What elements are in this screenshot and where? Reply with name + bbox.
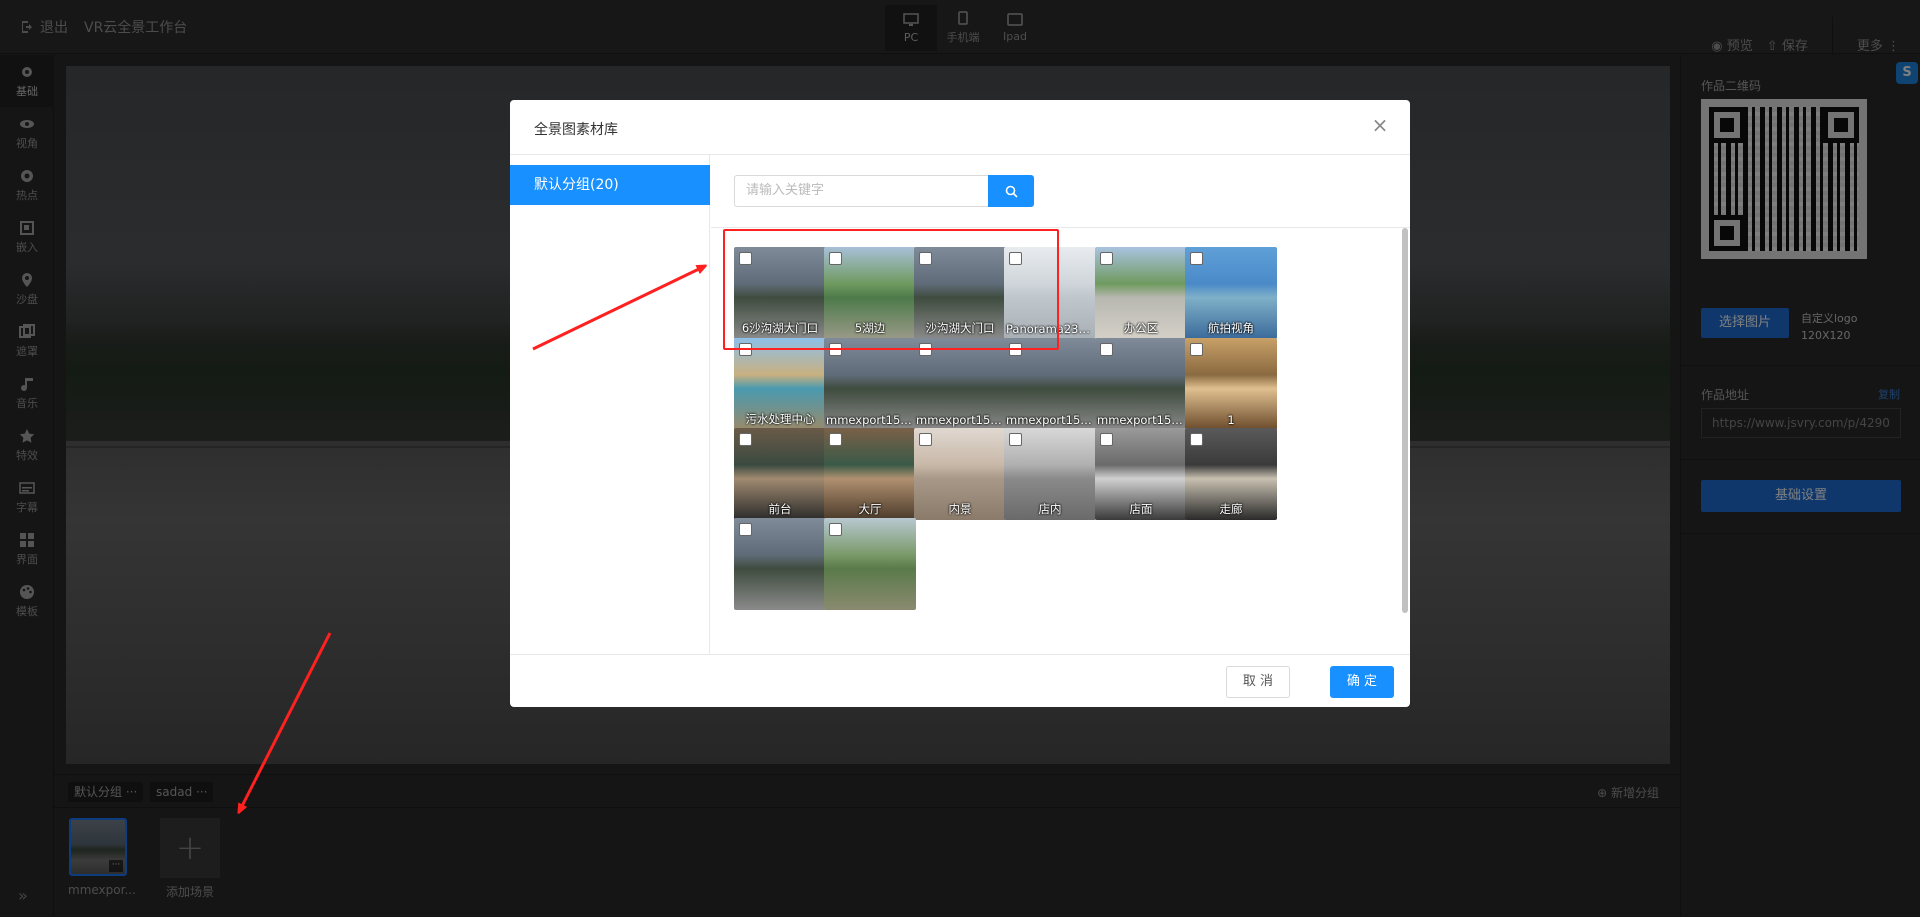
image-caption: mmexport1597... (826, 413, 916, 427)
image-caption: 办公区 (1123, 321, 1159, 335)
confirm-button[interactable]: 确 定 (1330, 666, 1394, 698)
image-caption: 航拍视角 (1208, 321, 1254, 335)
image-thumbnail[interactable]: 办公区 (1095, 247, 1187, 339)
image-caption: 1 (1227, 413, 1235, 427)
select-checkbox[interactable] (1100, 252, 1113, 265)
select-checkbox[interactable] (829, 523, 842, 536)
image-thumbnail[interactable]: mmexport1597... (1095, 338, 1187, 430)
close-icon[interactable]: × (1370, 115, 1390, 135)
image-caption: 走廊 (1219, 502, 1243, 516)
scrollbar[interactable] (1402, 228, 1408, 613)
image-caption: 店内 (1038, 502, 1062, 516)
image-caption: 污水处理中心 (745, 412, 815, 426)
image-thumbnail[interactable]: 航拍视角 (1185, 247, 1277, 339)
image-caption: mmexport1597... (1006, 413, 1096, 427)
group-item-default[interactable]: 默认分组(20) (510, 165, 710, 205)
image-caption: 内景 (948, 502, 972, 516)
image-thumbnail[interactable]: mmexport1597... (914, 338, 1006, 430)
image-caption: mmexport1597... (1097, 413, 1187, 427)
image-thumbnail[interactable]: mmexport1597... (824, 338, 916, 430)
select-checkbox[interactable] (919, 433, 932, 446)
image-thumbnail[interactable]: 前台 (734, 428, 826, 520)
image-thumbnail[interactable]: 店内 (1004, 428, 1096, 520)
image-thumbnail[interactable]: 1 (1185, 338, 1277, 430)
select-checkbox[interactable] (739, 523, 752, 536)
image-thumbnail[interactable]: 走廊 (1185, 428, 1277, 520)
image-caption: 店面 (1129, 502, 1153, 516)
image-thumbnail[interactable] (734, 518, 826, 610)
cancel-button[interactable]: 取 消 (1226, 666, 1290, 698)
modal-footer: 取 消 确 定 (510, 654, 1410, 707)
image-caption: 前台 (768, 502, 792, 516)
modal-title: 全景图素材库 (534, 122, 618, 138)
search-bar: 请输入关键字 (734, 175, 1034, 207)
select-checkbox[interactable] (1190, 252, 1203, 265)
highlight-box (723, 229, 1059, 350)
image-thumbnail[interactable]: 店面 (1095, 428, 1187, 520)
select-checkbox[interactable] (739, 433, 752, 446)
select-checkbox[interactable] (829, 433, 842, 446)
select-checkbox[interactable] (1190, 433, 1203, 446)
select-checkbox[interactable] (1100, 433, 1113, 446)
image-thumbnail[interactable]: mmexport1597... (1004, 338, 1096, 430)
select-checkbox[interactable] (1009, 433, 1022, 446)
image-thumbnail[interactable]: 内景 (914, 428, 1006, 520)
search-input[interactable]: 请输入关键字 (734, 175, 988, 207)
image-thumbnail[interactable]: 污水处理中心 (734, 338, 826, 430)
select-checkbox[interactable] (1190, 343, 1203, 356)
search-button[interactable] (988, 175, 1034, 207)
image-thumbnail[interactable]: 大厅 (824, 428, 916, 520)
image-thumbnail[interactable] (824, 518, 916, 610)
group-sidebar: 默认分组(20) (510, 155, 710, 654)
search-icon (1005, 185, 1018, 198)
modal-header: 全景图素材库 × (510, 100, 1410, 155)
select-checkbox[interactable] (1100, 343, 1113, 356)
image-caption: mmexport1597... (916, 413, 1006, 427)
material-library-modal: 全景图素材库 × 默认分组(20) 请输入关键字 6沙沟湖大门口 5湖边 沙沟湖大门… (510, 100, 1410, 707)
image-caption: 大厅 (858, 502, 882, 516)
